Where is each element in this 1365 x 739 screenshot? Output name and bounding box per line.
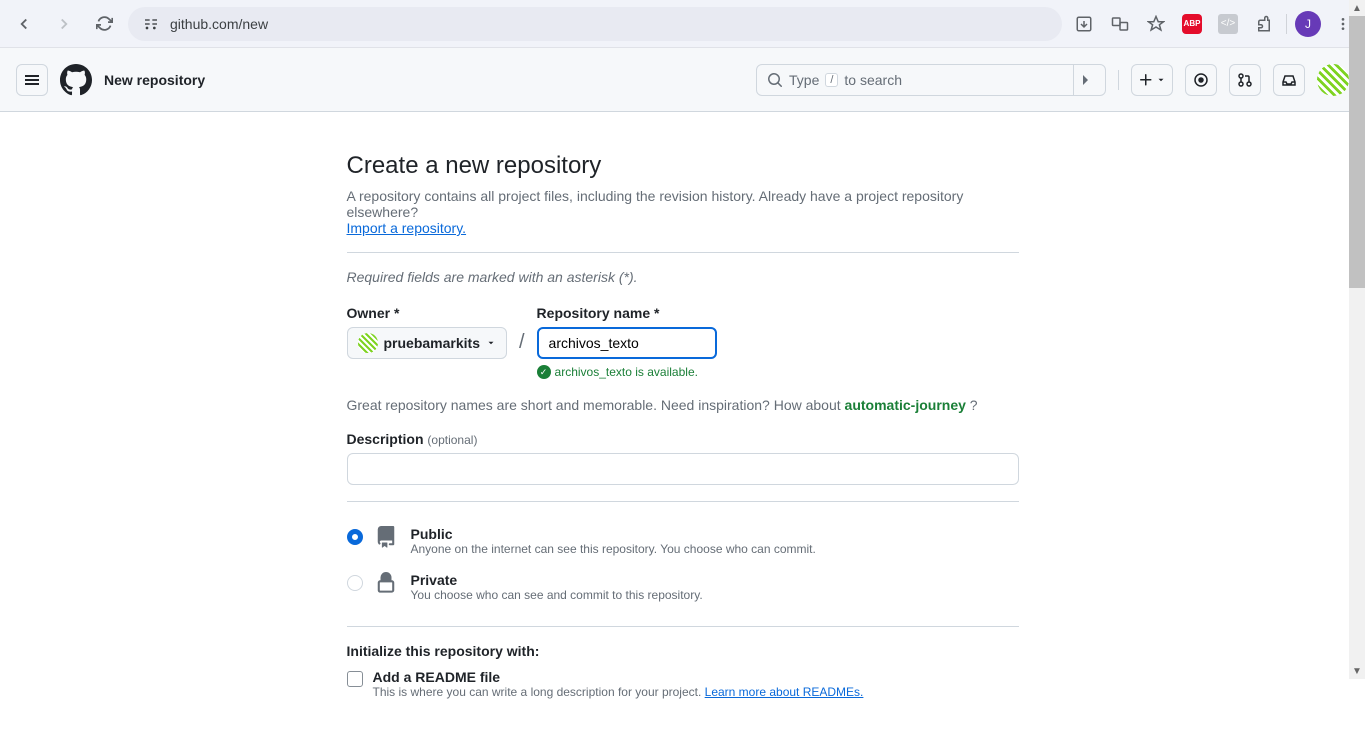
search-kbd-shortcut: /: [825, 73, 838, 87]
command-palette-button[interactable]: [1073, 65, 1105, 95]
private-radio[interactable]: [347, 575, 363, 591]
browser-chrome: github.com/new ABP </> J: [0, 0, 1365, 48]
search-icon: [767, 72, 783, 88]
scrollbar[interactable]: ▲ ▼: [1349, 0, 1365, 679]
readme-learn-link[interactable]: Learn more about READMEs.: [705, 685, 864, 699]
optional-tag: (optional): [427, 433, 477, 447]
page-context-title: New repository: [104, 72, 205, 88]
public-radio[interactable]: [347, 529, 363, 545]
public-title: Public: [411, 526, 816, 542]
owner-name: pruebamarkits: [384, 335, 480, 351]
create-new-button[interactable]: [1131, 64, 1173, 96]
install-app-icon[interactable]: [1070, 10, 1098, 38]
lock-icon: [375, 572, 399, 597]
page-title: Create a new repository: [347, 152, 1019, 180]
private-desc: You choose who can see and commit to thi…: [411, 588, 703, 602]
required-fields-note: Required fields are marked with an aster…: [347, 269, 1019, 285]
availability-message: ✓ archivos_texto is available.: [537, 365, 717, 379]
issues-button[interactable]: [1185, 64, 1217, 96]
bookmark-icon[interactable]: [1142, 10, 1170, 38]
repo-name-group: Repository name * ✓ archivos_texto is av…: [537, 305, 717, 379]
owner-avatar-icon: [358, 333, 378, 353]
repo-name-label: Repository name *: [537, 305, 717, 321]
availability-text: archivos_texto is available.: [555, 365, 698, 379]
readme-checkbox[interactable]: [347, 671, 363, 687]
translate-icon[interactable]: [1106, 10, 1134, 38]
check-circle-icon: ✓: [537, 365, 551, 379]
visibility-private-option: Private You choose who can see and commi…: [347, 564, 1019, 610]
inbox-icon: [1281, 72, 1297, 88]
owner-select[interactable]: pruebamarkits: [347, 327, 507, 359]
chrome-actions: ABP </> J: [1070, 10, 1357, 38]
search-hint-prefix: Type: [789, 72, 819, 88]
main-content: Create a new repository A repository con…: [331, 112, 1035, 739]
hamburger-menu-button[interactable]: [16, 64, 48, 96]
description-label: Description (optional): [347, 431, 1019, 447]
user-avatar[interactable]: [1317, 64, 1349, 96]
forward-button[interactable]: [48, 8, 80, 40]
chevron-down-icon: [1156, 75, 1166, 85]
scroll-up-arrow[interactable]: ▲: [1349, 0, 1365, 16]
site-settings-icon[interactable]: [142, 15, 160, 33]
divider: [347, 501, 1019, 502]
extensions-icon[interactable]: [1250, 10, 1278, 38]
scroll-down-arrow[interactable]: ▼: [1349, 663, 1365, 679]
divider: [347, 252, 1019, 253]
description-group: Description (optional): [347, 431, 1019, 485]
address-bar[interactable]: github.com/new: [128, 7, 1062, 41]
divider: [1286, 14, 1287, 34]
name-suggestion-link[interactable]: automatic-journey: [845, 397, 966, 413]
github-header: New repository Type / to search: [0, 48, 1365, 112]
visibility-section: Public Anyone on the internet can see th…: [347, 518, 1019, 610]
page-description: A repository contains all project files,…: [347, 188, 1019, 236]
github-logo-icon[interactable]: [60, 64, 92, 96]
path-separator: /: [519, 331, 525, 354]
scroll-thumb[interactable]: [1349, 16, 1365, 288]
chrome-profile-avatar[interactable]: J: [1295, 11, 1321, 37]
owner-repo-row: Owner * pruebamarkits / Repository name …: [347, 305, 1019, 379]
readme-option: Add a README file This is where you can …: [347, 669, 1019, 699]
readme-title: Add a README file: [373, 669, 864, 685]
initialize-section-title: Initialize this repository with:: [347, 643, 1019, 659]
url-text: github.com/new: [170, 16, 1048, 32]
divider: [347, 626, 1019, 627]
public-desc: Anyone on the internet can see this repo…: [411, 542, 816, 556]
repo-name-input[interactable]: [537, 327, 717, 359]
abp-extension-icon[interactable]: ABP: [1178, 10, 1206, 38]
notifications-button[interactable]: [1273, 64, 1305, 96]
visibility-public-option: Public Anyone on the internet can see th…: [347, 518, 1019, 564]
search-hint-suffix: to search: [844, 72, 902, 88]
owner-group: Owner * pruebamarkits: [347, 305, 507, 359]
pull-request-icon: [1237, 72, 1253, 88]
private-title: Private: [411, 572, 703, 588]
plus-icon: [1138, 72, 1154, 88]
devtools-extension-icon[interactable]: </>: [1214, 10, 1242, 38]
chevron-down-icon: [486, 338, 496, 348]
readme-desc: This is where you can write a long descr…: [373, 685, 864, 699]
back-button[interactable]: [8, 8, 40, 40]
inspiration-text: Great repository names are short and mem…: [347, 397, 1019, 413]
divider: [1118, 70, 1119, 90]
reload-button[interactable]: [88, 8, 120, 40]
owner-label: Owner *: [347, 305, 507, 321]
repo-icon: [375, 526, 399, 551]
issues-icon: [1193, 72, 1209, 88]
import-repository-link[interactable]: Import a repository.: [347, 220, 467, 236]
search-button[interactable]: Type / to search: [756, 64, 1106, 96]
pull-requests-button[interactable]: [1229, 64, 1261, 96]
description-input[interactable]: [347, 453, 1019, 485]
